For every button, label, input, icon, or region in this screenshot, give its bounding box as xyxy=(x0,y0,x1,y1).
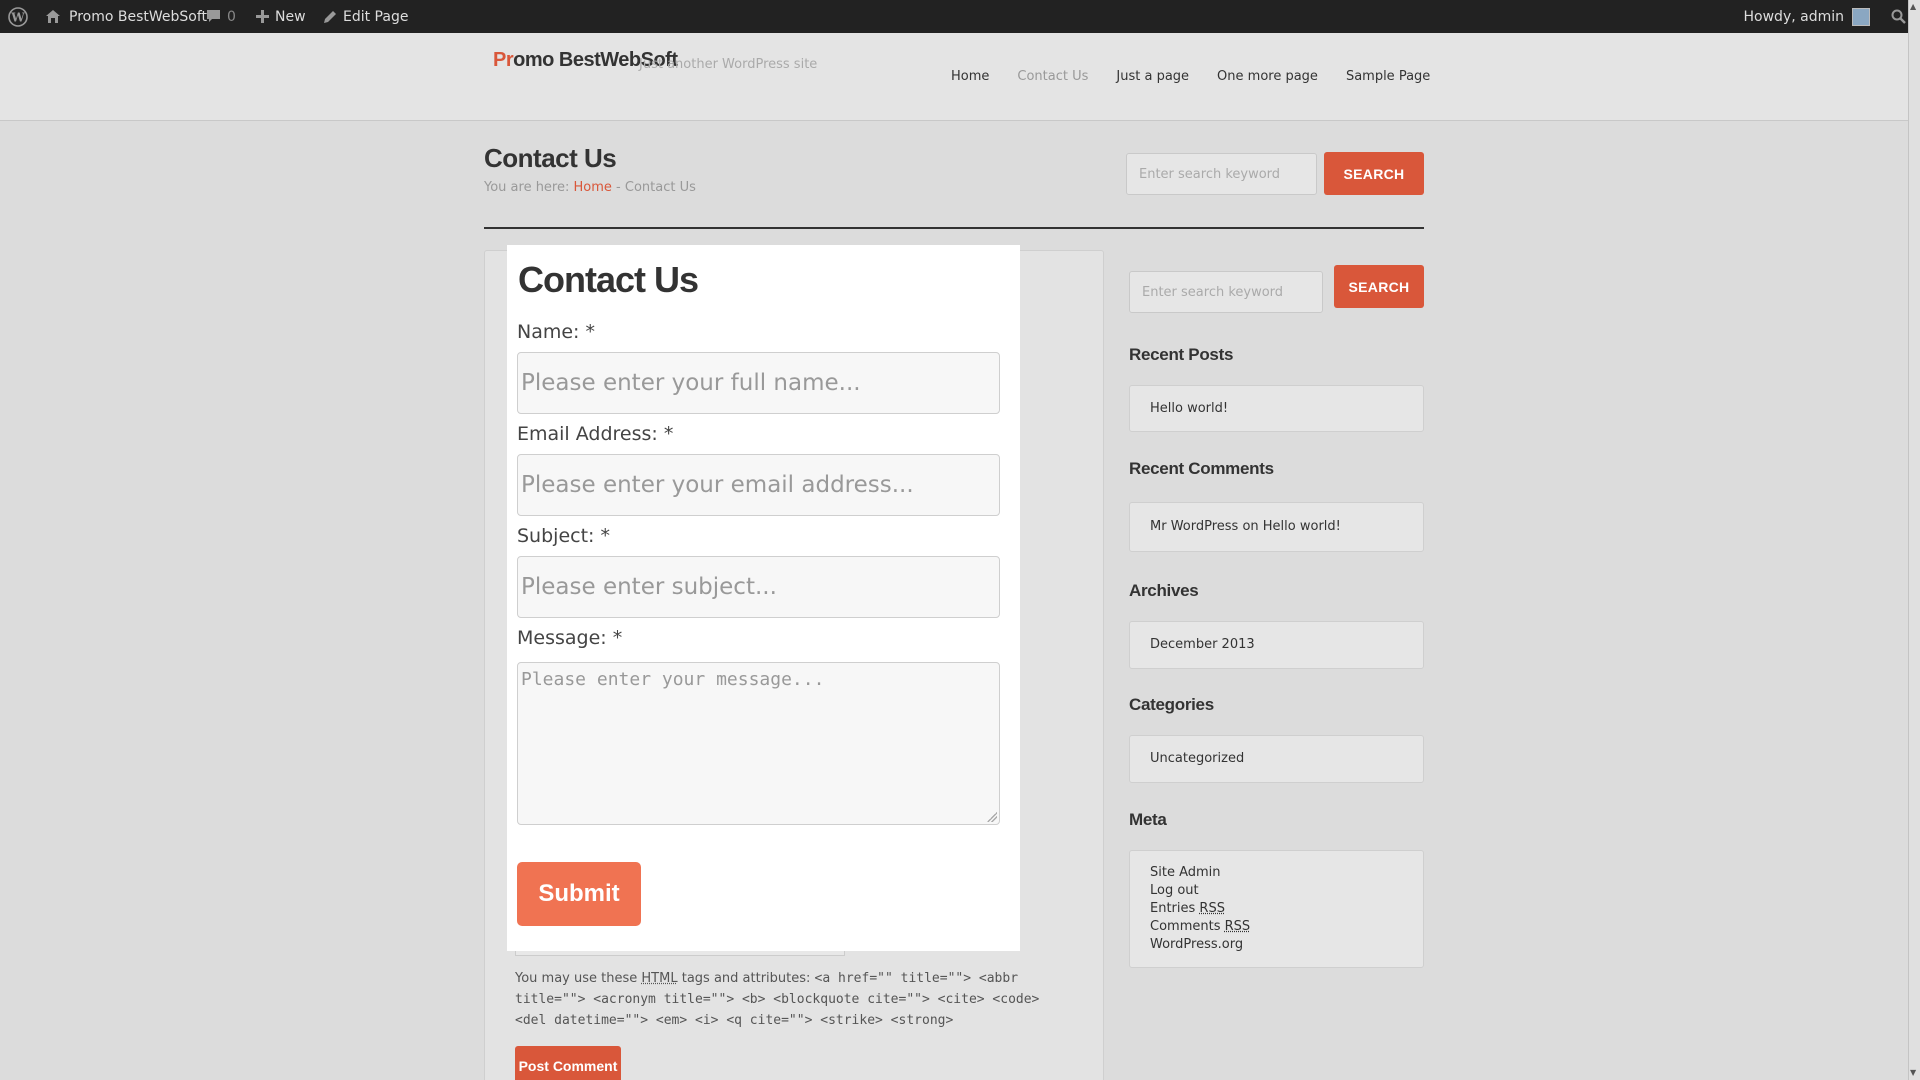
allowed-html-note: You may use these HTML tags and attribut… xyxy=(515,968,1075,1031)
title-divider xyxy=(484,227,1424,229)
admin-bar-search-icon[interactable] xyxy=(1891,0,1906,33)
meta-comments-label: Comments xyxy=(1150,919,1221,934)
admin-bar: W Promo BestWebSoft 0 New Edit Page Howd… xyxy=(0,0,1920,33)
rss-abbr: RSS xyxy=(1199,901,1225,916)
email-input[interactable]: Please enter your email address... xyxy=(517,454,1000,516)
nav-one-more-page[interactable]: One more page xyxy=(1217,69,1318,84)
comment-icon xyxy=(207,10,220,22)
admin-bar-site-link[interactable]: Promo BestWebSoft xyxy=(45,0,207,33)
subject-label: Subject: * xyxy=(517,525,610,547)
scroll-down-arrow-icon[interactable]: ▼ xyxy=(1910,1068,1916,1077)
archives-title: Archives xyxy=(1129,581,1199,600)
message-textarea[interactable]: Please enter your message... xyxy=(517,662,1000,825)
html-abbr: HTML xyxy=(641,971,678,986)
comments-count: 0 xyxy=(227,8,236,25)
page-title: Contact Us xyxy=(484,143,617,173)
admin-bar-account[interactable]: Howdy, admin xyxy=(1744,0,1870,33)
site-tagline: Just another WordPress site xyxy=(639,57,818,72)
admin-bar-site-name: Promo BestWebSoft xyxy=(69,8,208,25)
header-search-button[interactable]: SEARCH xyxy=(1324,152,1424,195)
recent-posts-title: Recent Posts xyxy=(1129,345,1234,364)
categories-title: Categories xyxy=(1129,695,1214,714)
modal-title: Contact Us xyxy=(518,259,699,300)
main-nav: Home Contact Us Just a page One more pag… xyxy=(951,69,1430,84)
html-note-mid: tags and attributes: xyxy=(681,971,811,986)
breadcrumb-prefix: You are here: xyxy=(484,180,570,195)
meta-comments-rss[interactable]: Comments RSS xyxy=(1150,918,1403,936)
subject-input[interactable]: Please enter subject... xyxy=(517,556,1000,618)
new-label: New xyxy=(275,8,306,25)
breadcrumb-current: Contact Us xyxy=(624,180,696,195)
message-placeholder: Please enter your message... xyxy=(521,669,825,690)
scroll-up-arrow-icon[interactable]: ▲ xyxy=(1910,2,1916,11)
header-search-input[interactable]: Enter search keyword xyxy=(1126,153,1317,195)
howdy-text: Howdy, admin xyxy=(1743,8,1844,25)
contact-form-modal: Contact Us Name: * Please enter your ful… xyxy=(507,245,1020,951)
email-label: Email Address: * xyxy=(517,423,674,445)
breadcrumb-separator: - xyxy=(616,180,621,195)
svg-text:W: W xyxy=(10,10,25,24)
recent-post-link[interactable]: Hello world! xyxy=(1150,400,1403,418)
recent-comments-title: Recent Comments xyxy=(1129,459,1274,478)
nav-just-a-page[interactable]: Just a page xyxy=(1116,69,1189,84)
logo-accent: Pr xyxy=(493,49,514,71)
admin-bar-new[interactable]: New xyxy=(256,0,306,33)
meta-site-admin[interactable]: Site Admin xyxy=(1150,864,1403,882)
site-header: Promo BestWebSoft Just another WordPress… xyxy=(0,33,1908,121)
category-link[interactable]: Uncategorized xyxy=(1150,750,1403,768)
categories-widget: Uncategorized xyxy=(1129,735,1424,783)
admin-bar-comments[interactable]: 0 xyxy=(206,0,236,33)
recent-comments-widget: Mr WordPress on Hello world! xyxy=(1129,502,1424,552)
plus-icon xyxy=(256,10,269,23)
name-input[interactable]: Please enter your full name... xyxy=(517,352,1000,414)
submit-button[interactable]: Submit xyxy=(517,862,641,926)
page-scrollbar[interactable] xyxy=(1908,0,1920,1080)
pencil-icon xyxy=(324,10,336,23)
wordpress-logo-icon[interactable]: W xyxy=(8,0,28,33)
name-label: Name: * xyxy=(517,321,595,343)
archive-link[interactable]: December 2013 xyxy=(1150,636,1403,654)
nav-sample-page[interactable]: Sample Page xyxy=(1346,69,1430,84)
resize-grip-icon[interactable] xyxy=(987,812,997,822)
post-comment-button[interactable]: Post Comment xyxy=(515,1046,621,1080)
html-note-prefix: You may use these xyxy=(515,971,638,986)
meta-log-out[interactable]: Log out xyxy=(1150,882,1403,900)
admin-bar-edit-page[interactable]: Edit Page xyxy=(323,0,408,33)
meta-entries-rss[interactable]: Entries RSS xyxy=(1150,900,1403,918)
rss-abbr: RSS xyxy=(1224,919,1251,934)
sidebar-search-button[interactable]: SEARCH xyxy=(1334,265,1424,308)
meta-wordpress-org[interactable]: WordPress.org xyxy=(1150,936,1403,954)
archives-widget: December 2013 xyxy=(1129,621,1424,669)
meta-widget: Site Admin Log out Entries RSS Comments … xyxy=(1129,850,1424,968)
avatar xyxy=(1852,7,1870,26)
recent-comment-link[interactable]: Mr WordPress on Hello world! xyxy=(1150,518,1403,536)
breadcrumb-home-link[interactable]: Home xyxy=(574,180,612,195)
edit-page-label: Edit Page xyxy=(343,8,409,25)
sidebar-search-input[interactable]: Enter search keyword xyxy=(1129,271,1323,313)
message-label: Message: * xyxy=(517,627,623,649)
meta-title: Meta xyxy=(1129,810,1167,829)
home-icon xyxy=(46,10,60,23)
recent-posts-widget: Hello world! xyxy=(1129,385,1424,432)
nav-home[interactable]: Home xyxy=(951,69,989,84)
nav-contact-us[interactable]: Contact Us xyxy=(1017,69,1088,84)
meta-entries-label: Entries xyxy=(1150,901,1196,916)
breadcrumb: You are here: Home - Contact Us xyxy=(484,180,696,195)
